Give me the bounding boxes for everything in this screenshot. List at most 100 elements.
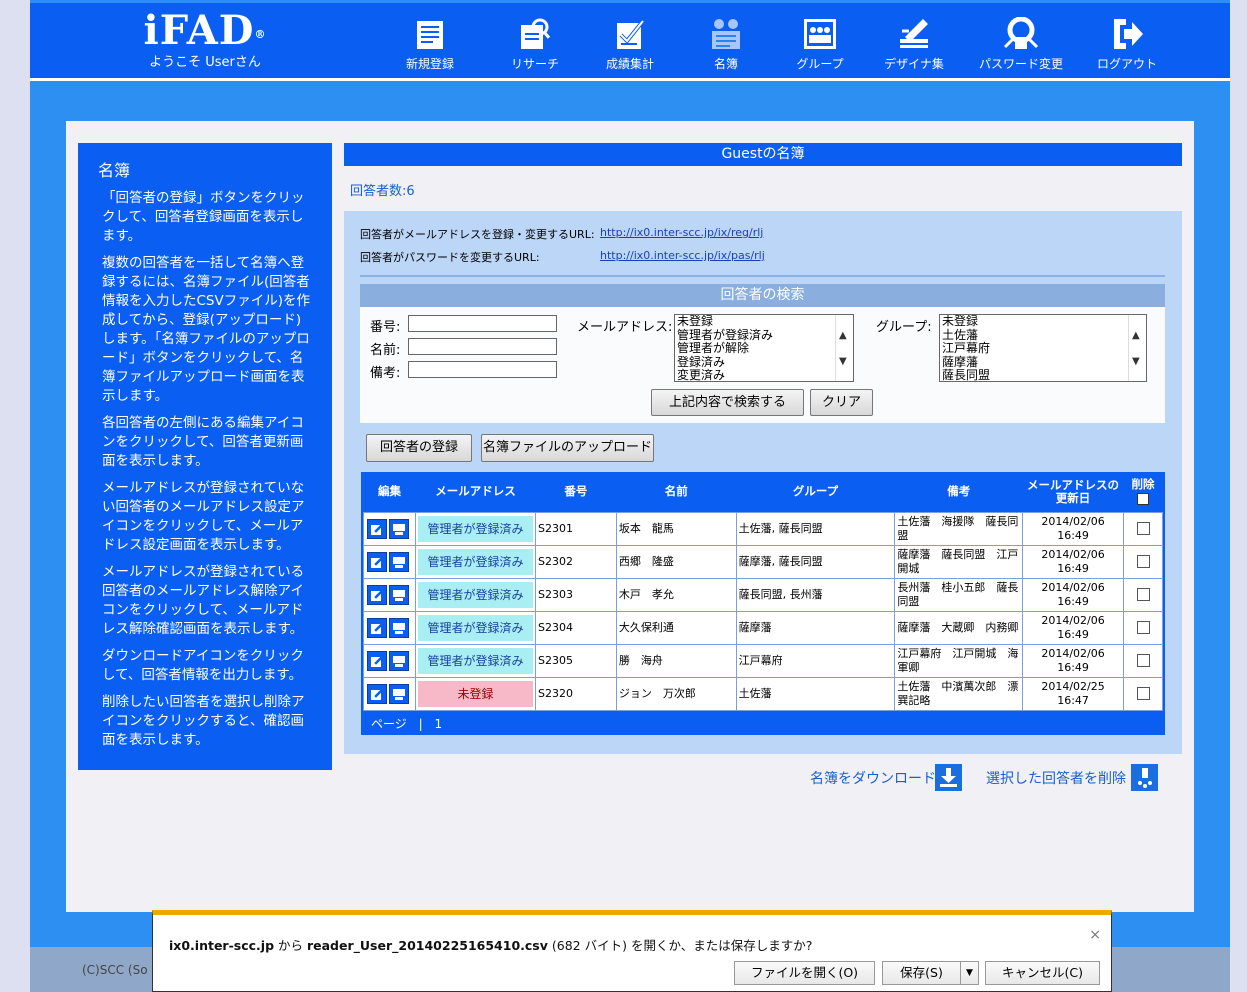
mail-setting-icon[interactable] — [389, 518, 409, 539]
nav-research[interactable]: リサーチ — [485, 17, 585, 72]
close-icon[interactable]: × — [1089, 927, 1101, 943]
table-row: 管理者が登録済み S2301 坂本 龍馬 土佐藩, 薩長同盟 土佐藩 海援隊 薩長同盟 2… — [363, 511, 1163, 546]
nav-logout[interactable]: ログアウト — [1077, 17, 1177, 72]
group-option[interactable]: 土佐藩 — [940, 328, 1146, 343]
chevron-up-icon[interactable]: ▲ — [839, 329, 847, 343]
logo-mark: ® — [254, 28, 267, 41]
help-paragraph: ダウンロードアイコンをクリックして、回答者情報を出力します。 — [102, 648, 304, 683]
nav-label: 名簿 — [713, 57, 738, 71]
delete-cell — [1123, 610, 1163, 645]
delete-checkbox[interactable] — [1136, 654, 1150, 667]
edit-icon[interactable] — [367, 683, 387, 704]
delete-checkbox[interactable] — [1136, 687, 1150, 700]
mail-status-button[interactable]: 管理者が登録済み — [417, 614, 533, 641]
mail-status-button[interactable]: 管理者が登録済み — [417, 548, 533, 575]
logo[interactable]: iFAD® ようこそ Userさん — [130, 9, 280, 71]
mail-option[interactable]: 管理者が登録済み — [675, 328, 853, 343]
url-reg-link[interactable]: http://ix0.inter-scc.jp/ix/reg/rlj — [600, 226, 763, 239]
edit-icon[interactable] — [367, 650, 387, 671]
chevron-up-icon[interactable]: ▲ — [1132, 329, 1140, 343]
delete-cell — [1123, 577, 1163, 612]
delete-icon[interactable] — [1131, 764, 1158, 791]
page-title: Guestの名簿 — [344, 143, 1182, 166]
col-note: 備考 — [947, 484, 971, 499]
download-dialog: ix0.inter-scc.jp から reader_User_20140225… — [152, 910, 1112, 992]
nav-designer[interactable]: デザイナ集 — [864, 17, 964, 72]
group-list[interactable]: 未登録 土佐藩 江戸幕府 薩摩藩 薩長同盟 ▲ ▼ — [939, 314, 1147, 382]
col-updated: メールアドレスの更新日 — [1027, 477, 1120, 505]
name-input[interactable] — [408, 338, 557, 355]
note-input[interactable] — [408, 361, 557, 378]
mail-option[interactable]: 変更済み — [675, 368, 853, 381]
nav-group[interactable]: グループ — [770, 17, 870, 72]
nav-password[interactable]: パスワード変更 — [971, 17, 1071, 72]
mail-setting-icon[interactable] — [389, 617, 409, 638]
scrollbar[interactable]: ▲ ▼ — [1128, 315, 1146, 381]
mail-option[interactable]: 未登録 — [675, 315, 853, 329]
url-reg-row: 回答者がメールアドレスを登録・変更するURL: http://ix0.inter… — [360, 226, 763, 242]
nav-roster[interactable]: 名簿 — [676, 17, 776, 72]
delete-checkbox[interactable] — [1136, 621, 1150, 634]
group-option[interactable]: 未登録 — [940, 315, 1146, 329]
download-link[interactable]: 名簿をダウンロード — [810, 768, 936, 788]
delete-checkbox[interactable] — [1136, 555, 1150, 568]
delete-selected-link[interactable]: 選択した回答者を削除 — [986, 768, 1126, 788]
updated-cell: 2014/02/06 16:49 — [1022, 610, 1125, 645]
mail-setting-icon[interactable] — [389, 650, 409, 671]
edit-icon[interactable] — [367, 617, 387, 638]
mail-cell: 未登録 — [414, 676, 536, 711]
scrollbar[interactable]: ▲ ▼ — [835, 315, 853, 381]
save-dropdown-button[interactable]: ▼ — [960, 961, 979, 985]
delete-checkbox[interactable] — [1136, 522, 1150, 535]
mail-option[interactable]: 管理者が解除 — [675, 341, 853, 356]
respondent-count: 回答者数:6 — [350, 184, 415, 199]
nav-results[interactable]: 成績集計 — [580, 17, 680, 72]
number-input[interactable] — [408, 315, 557, 332]
cancel-button[interactable]: キャンセル(C) — [985, 961, 1100, 985]
number-cell: S2305 — [534, 643, 617, 678]
clear-button[interactable]: クリア — [810, 389, 873, 416]
chevron-down-icon[interactable]: ▼ — [1132, 355, 1140, 369]
roster-icon — [712, 19, 740, 49]
register-button[interactable]: 回答者の登録 — [366, 434, 472, 462]
group-option[interactable]: 薩摩藩 — [940, 355, 1146, 370]
select-all-checkbox[interactable] — [1137, 493, 1149, 506]
mail-status-button[interactable]: 管理者が登録済み — [417, 581, 533, 608]
results-icon — [617, 19, 645, 49]
upload-button[interactable]: 名簿ファイルのアップロード — [481, 434, 654, 462]
chevron-down-icon[interactable]: ▼ — [839, 355, 847, 369]
logo-text: iFAD — [143, 7, 255, 54]
search-button[interactable]: 上記内容で検索する — [651, 389, 804, 416]
help-paragraph: 各回答者の左側にある編集アイコンをクリックして、回答者更新画面を表示します。 — [102, 415, 304, 469]
download-icon[interactable] — [935, 764, 962, 791]
help-paragraph: 複数の回答者を一括して名簿へ登録するには、名簿ファイル(回答者情報を入力したCS… — [102, 255, 310, 404]
mail-setting-icon[interactable] — [389, 683, 409, 704]
mail-setting-icon[interactable] — [389, 584, 409, 605]
mail-setting-icon[interactable] — [389, 551, 409, 572]
url-reg-label: 回答者がメールアドレスを登録・変更するURL: — [360, 228, 595, 241]
edit-icon[interactable] — [367, 518, 387, 539]
edit-icon[interactable] — [367, 584, 387, 605]
mail-status-button[interactable]: 管理者が登録済み — [417, 515, 533, 542]
delete-checkbox[interactable] — [1136, 588, 1150, 601]
dialog-rest: (682 バイト) を開くか、または保存しますか? — [547, 938, 813, 953]
url-pas-link[interactable]: http://ix0.inter-scc.jp/ix/pas/rlj — [600, 249, 765, 262]
number-cell: S2320 — [534, 676, 617, 711]
note-cell: 江戸幕府 江戸開城 海軍卿 — [894, 643, 1024, 678]
mail-status-list[interactable]: 未登録 管理者が登録済み 管理者が解除 登録済み 変更済み ▲ ▼ — [674, 314, 854, 382]
note-cell: 薩摩藩 薩長同盟 江戸開城 — [894, 544, 1024, 579]
save-button[interactable]: 保存(S) — [882, 961, 961, 985]
delete-cell — [1123, 544, 1163, 579]
nav-new-register[interactable]: 新規登録 — [380, 17, 480, 72]
page-number[interactable]: 1 — [434, 717, 442, 731]
col-name: 名前 — [664, 484, 688, 499]
nav-label: リサーチ — [510, 57, 559, 71]
mail-option[interactable]: 登録済み — [675, 355, 853, 370]
copyright: (C)SCC (So — [82, 963, 148, 977]
group-option[interactable]: 江戸幕府 — [940, 341, 1146, 356]
group-option[interactable]: 薩長同盟 — [940, 368, 1146, 381]
mail-status-button[interactable]: 未登録 — [417, 680, 533, 707]
edit-icon[interactable] — [367, 551, 387, 572]
open-file-button[interactable]: ファイルを開く(O) — [734, 961, 875, 985]
mail-status-button[interactable]: 管理者が登録済み — [417, 647, 533, 674]
